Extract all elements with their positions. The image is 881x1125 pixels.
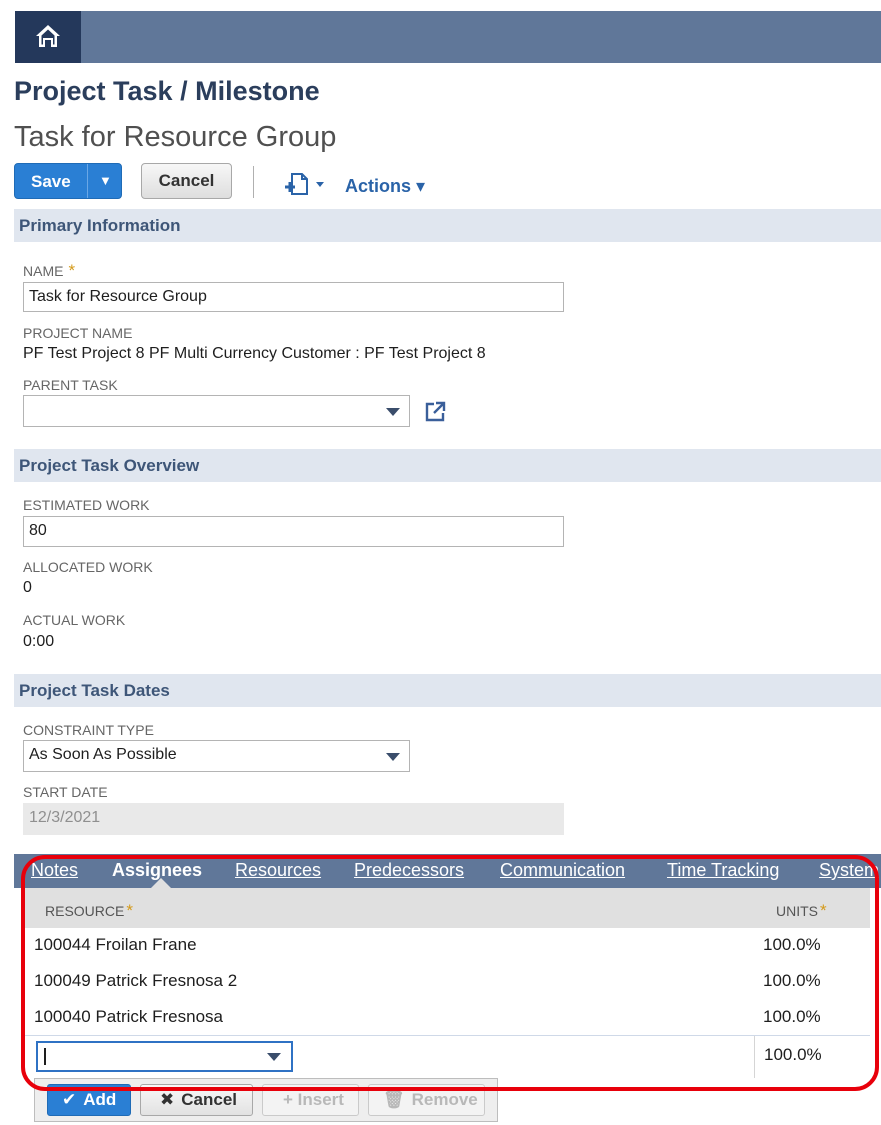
cell-units: 100.0% — [763, 1007, 821, 1026]
section-project-task-overview: Project Task Overview — [14, 449, 881, 482]
required-star-icon: * — [820, 901, 827, 920]
section-title: Project Task Overview — [19, 456, 200, 475]
chevron-down-icon — [386, 408, 400, 416]
top-nav-bar — [15, 11, 881, 63]
save-button[interactable]: Save ▼ — [14, 163, 122, 199]
new-record-icon[interactable] — [283, 170, 327, 198]
column-header-units[interactable]: UNITS * — [776, 901, 827, 921]
remove-label: Remove — [411, 1090, 478, 1109]
parent-task-label: PARENT TASK — [23, 377, 118, 393]
cancel-button[interactable]: Cancel — [141, 163, 232, 199]
chevron-down-icon — [386, 753, 400, 761]
add-button[interactable]: ✔ Add — [47, 1084, 131, 1116]
tab-notes[interactable]: Notes — [31, 860, 78, 881]
project-name-value: PF Test Project 8 PF Multi Currency Cust… — [23, 345, 486, 362]
required-star-icon: * — [68, 261, 76, 280]
home-icon — [36, 25, 60, 47]
name-field[interactable]: Task for Resource Group — [23, 282, 564, 312]
actions-menu[interactable]: Actions ▾ — [345, 176, 425, 197]
tab-predecessors[interactable]: Predecessors — [354, 860, 464, 881]
column-header-resource-text: RESOURCE — [45, 903, 125, 919]
grid-cancel-label: Cancel — [181, 1090, 237, 1109]
save-divider — [87, 164, 88, 198]
active-tab-indicator — [151, 878, 171, 888]
grid-header: RESOURCE * UNITS * — [25, 888, 870, 928]
save-label: Save — [31, 172, 71, 191]
required-star-icon: * — [126, 901, 133, 920]
open-external-icon[interactable] — [424, 401, 446, 423]
column-header-resource[interactable]: RESOURCE * — [45, 901, 133, 921]
tab-communication[interactable]: Communication — [500, 860, 625, 881]
section-primary-information: Primary Information — [14, 209, 881, 242]
allocated-work-label: ALLOCATED WORK — [23, 559, 153, 575]
section-title: Primary Information — [19, 216, 181, 235]
close-icon: ✖ — [160, 1090, 175, 1109]
cell-divider — [754, 1036, 755, 1078]
start-date-label: START DATE — [23, 784, 108, 800]
table-row[interactable]: 100049 Patrick Fresnosa 2 100.0% — [25, 964, 870, 1001]
table-row[interactable]: 100040 Patrick Fresnosa 100.0% — [25, 1000, 870, 1037]
tab-time-tracking[interactable]: Time Tracking — [667, 860, 779, 881]
resource-select[interactable] — [36, 1041, 293, 1072]
grid-button-bar: ✔ Add ✖ Cancel + Insert 🗑 Remove — [34, 1078, 498, 1122]
insert-button[interactable]: + Insert — [262, 1084, 359, 1116]
tab-resources[interactable]: Resources — [235, 860, 321, 881]
subtab-bar: Notes Assignees Resources Predecessors C… — [14, 854, 881, 888]
toolbar-divider — [253, 166, 254, 198]
estimated-work-field[interactable]: 80 — [23, 516, 564, 547]
grid-cancel-button[interactable]: ✖ Cancel — [140, 1084, 253, 1116]
section-title: Project Task Dates — [19, 681, 170, 700]
project-name-label: PROJECT NAME — [23, 325, 133, 341]
column-header-units-text: UNITS — [776, 903, 818, 919]
cell-resource: 100044 Froilan Frane — [34, 935, 197, 954]
trash-icon: 🗑 — [383, 1090, 405, 1109]
text-cursor — [44, 1048, 46, 1065]
add-label: Add — [83, 1090, 117, 1109]
actual-work-value: 0:00 — [23, 633, 55, 650]
grid-edit-row: 100.0% — [25, 1035, 870, 1078]
parent-task-select[interactable] — [23, 395, 410, 427]
section-project-task-dates: Project Task Dates — [14, 674, 881, 707]
cell-units: 100.0% — [763, 971, 821, 990]
constraint-type-value: As Soon As Possible — [29, 746, 177, 763]
name-label-text: NAME — [23, 263, 64, 279]
save-menu-caret-icon[interactable]: ▼ — [99, 173, 112, 188]
estimated-work-label: ESTIMATED WORK — [23, 497, 150, 513]
cell-resource: 100049 Patrick Fresnosa 2 — [34, 971, 238, 990]
check-icon: ✔ — [62, 1090, 77, 1109]
tab-system[interactable]: System — [819, 860, 879, 881]
cell-units: 100.0% — [763, 935, 821, 954]
name-label: NAME * — [23, 261, 75, 281]
page-title: Project Task / Milestone — [14, 76, 320, 106]
home-button[interactable] — [15, 11, 81, 63]
constraint-type-select[interactable]: As Soon As Possible — [23, 740, 410, 772]
units-input[interactable]: 100.0% — [764, 1045, 822, 1065]
start-date-field: 12/3/2021 — [23, 803, 564, 835]
table-row[interactable]: 100044 Froilan Frane 100.0% — [25, 928, 870, 965]
chevron-down-icon — [267, 1053, 281, 1061]
allocated-work-value: 0 — [23, 579, 32, 596]
constraint-type-label: CONSTRAINT TYPE — [23, 722, 154, 738]
cell-resource: 100040 Patrick Fresnosa — [34, 1007, 223, 1026]
remove-button[interactable]: 🗑 Remove — [368, 1084, 485, 1116]
actual-work-label: ACTUAL WORK — [23, 612, 126, 628]
record-name: Task for Resource Group — [14, 121, 337, 153]
